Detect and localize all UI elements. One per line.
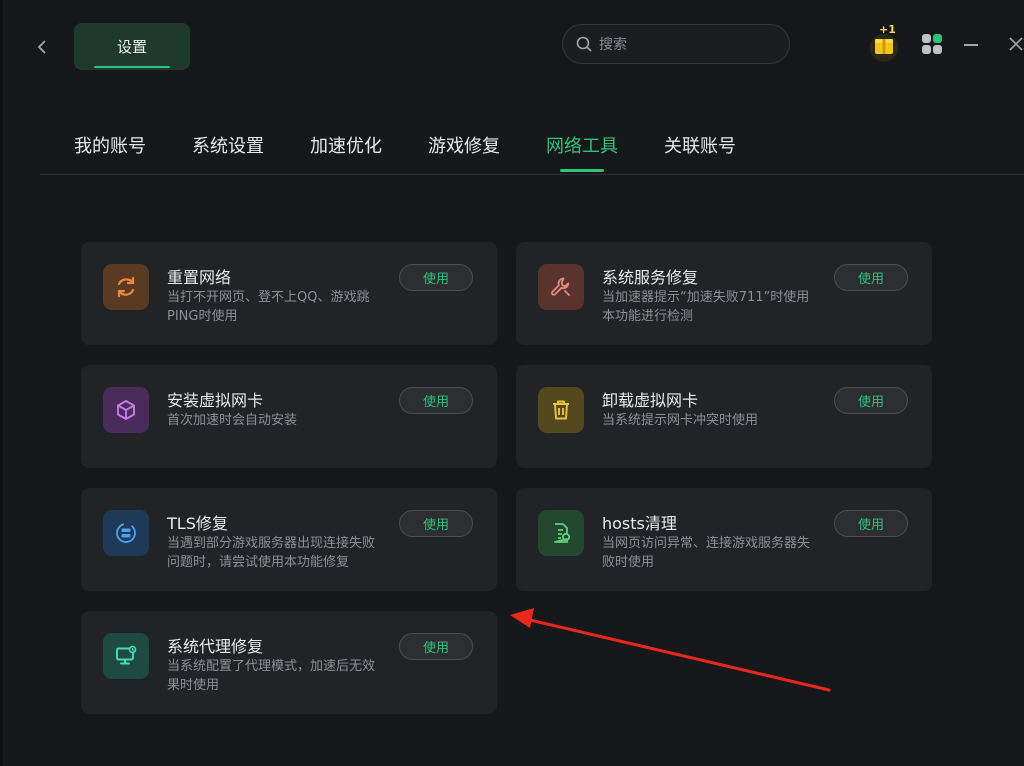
close-icon [1009, 37, 1023, 51]
window-edge [0, 0, 3, 766]
search-icon [576, 36, 592, 52]
tab-label: 系统设置 [192, 136, 264, 157]
tool-icon-box [538, 264, 584, 310]
tool-title: 卸载虚拟网卡 [602, 391, 699, 410]
tool-icon-box [538, 387, 584, 433]
active-tab-indicator [560, 169, 604, 172]
chevron-left-icon [37, 40, 46, 54]
trash-icon [553, 400, 569, 420]
badge-label: +1 [879, 23, 896, 36]
tab-label: 我的账号 [74, 136, 146, 157]
tool-card-uninstall-nic: 卸载虚拟网卡 当系统提示网卡冲突时使用 使用 [516, 365, 932, 468]
tab-linked-accounts[interactable]: 关联账号 [664, 132, 736, 172]
cube-icon [117, 400, 135, 420]
settings-tabs: 我的账号 系统设置 加速优化 游戏修复 网络工具 关联账号 [74, 132, 782, 172]
tool-title: hosts清理 [602, 514, 677, 533]
tool-description: 当系统配置了代理模式，加速后无效果时使用 [167, 659, 376, 693]
use-button-uninstall-nic[interactable]: 使用 [834, 387, 908, 414]
wrench-icon [551, 277, 570, 296]
page-title: 设置 [116, 38, 147, 56]
tool-icon-box [103, 633, 149, 679]
reward-badge[interactable]: +1 [866, 22, 902, 62]
tool-icon-box [103, 264, 149, 310]
apps-icon[interactable] [922, 34, 942, 54]
tab-my-account[interactable]: 我的账号 [74, 132, 146, 172]
tool-card-proxy-repair: 系统代理修复 当系统配置了代理模式，加速后无效果时使用 使用 [81, 611, 497, 714]
use-button-hosts-clean[interactable]: 使用 [834, 510, 908, 537]
use-button-install-nic[interactable]: 使用 [399, 387, 473, 414]
back-button[interactable] [30, 34, 54, 60]
use-button-proxy-repair[interactable]: 使用 [399, 633, 473, 660]
tool-card-tls-repair: TLS修复 当遇到部分游戏服务器出现连接失败问题时，请尝试使用本功能修复 使用 [81, 488, 497, 591]
tool-icon-box [538, 510, 584, 556]
title-underline [94, 66, 170, 68]
tab-label: 关联账号 [664, 136, 736, 157]
minimize-button[interactable] [964, 44, 978, 46]
tool-title: 系统代理修复 [167, 637, 264, 656]
page-title-tab: 设置 [74, 23, 190, 70]
apps-cell [933, 34, 942, 43]
tool-card-hosts-clean: hosts清理 当网页访问异常、连接游戏服务器失败时使用 使用 [516, 488, 932, 591]
tool-card-reset-network: 重置网络 当打不开网页、登不上QQ、游戏跳PING时使用 使用 [81, 242, 497, 345]
tool-description: 当打不开网页、登不上QQ、游戏跳PING时使用 [167, 290, 370, 324]
close-button[interactable] [1008, 36, 1024, 52]
tab-acceleration[interactable]: 加速优化 [310, 132, 382, 172]
use-button-tls-repair[interactable]: 使用 [399, 510, 473, 537]
tool-card-service-repair: 系统服务修复 当加速器提示“加速失败711”时使用本功能进行检测 使用 [516, 242, 932, 345]
tool-title: 安装虚拟网卡 [167, 391, 264, 410]
use-button-reset-network[interactable]: 使用 [399, 264, 473, 291]
tool-description: 当网页访问异常、连接游戏服务器失败时使用 [602, 536, 811, 570]
tool-icon-box [103, 387, 149, 433]
search-input[interactable]: 搜索 [562, 24, 790, 64]
tool-card-install-nic: 安装虚拟网卡 首次加速时会自动安装 使用 [81, 365, 497, 468]
tool-description: 首次加速时会自动安装 [167, 413, 298, 428]
refresh-icon [117, 276, 135, 298]
tool-title: TLS修复 [167, 514, 228, 533]
tool-icon-box [103, 510, 149, 556]
apps-cell [922, 34, 931, 43]
tab-label: 游戏修复 [428, 136, 500, 157]
tab-label: 加速优化 [310, 136, 382, 157]
tab-divider [40, 174, 1024, 175]
tool-title: 重置网络 [167, 268, 232, 287]
monitor-icon [116, 645, 137, 665]
tool-description: 当遇到部分游戏服务器出现连接失败问题时，请尝试使用本功能修复 [167, 536, 376, 570]
use-button-service-repair[interactable]: 使用 [834, 264, 908, 291]
apps-cell [933, 45, 942, 54]
tool-description: 当加速器提示“加速失败711”时使用本功能进行检测 [602, 290, 810, 324]
server-icon [116, 523, 136, 543]
tab-game-repair[interactable]: 游戏修复 [428, 132, 500, 172]
tab-network-tools[interactable]: 网络工具 [546, 132, 618, 172]
file-clean-icon [554, 523, 571, 543]
search-placeholder: 搜索 [599, 37, 627, 53]
apps-cell [922, 45, 931, 54]
tool-description: 当系统提示网卡冲突时使用 [602, 413, 759, 428]
tab-system-settings[interactable]: 系统设置 [192, 132, 264, 172]
tab-label: 网络工具 [546, 136, 618, 157]
tool-title: 系统服务修复 [602, 268, 699, 287]
